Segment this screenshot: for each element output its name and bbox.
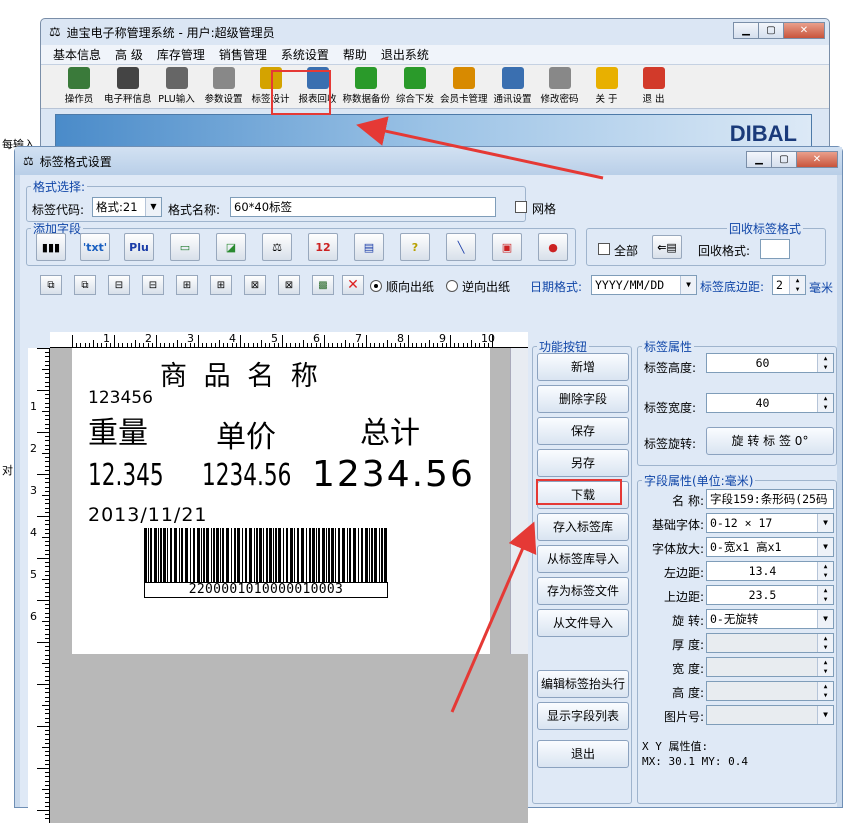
ruler-tick [45,814,49,816]
arrow-to-label-design [356,116,604,180]
annotation-arrows [356,116,604,713]
arrow-to-download [450,521,537,713]
ruler-tick [45,818,49,820]
